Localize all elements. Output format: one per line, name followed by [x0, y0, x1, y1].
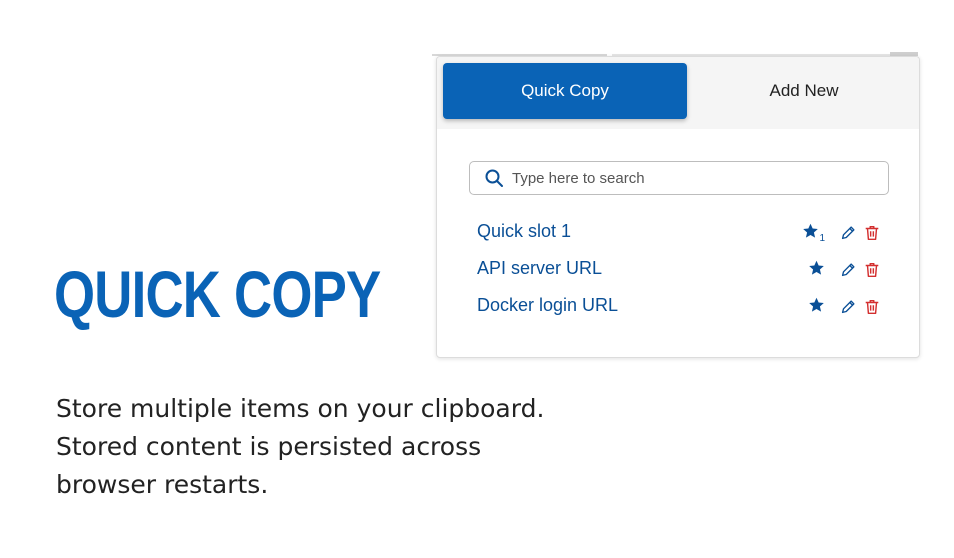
star-badge: 1: [819, 232, 825, 244]
list-item: API server URL: [437, 252, 919, 289]
description-line: Stored content is persisted across: [56, 432, 482, 461]
pencil-icon[interactable]: [839, 224, 857, 242]
star-icon: [802, 223, 819, 244]
tab-add-new[interactable]: Add New: [687, 63, 919, 119]
snippet-list: Quick slot 1 1 API server URL Docker log…: [437, 215, 919, 326]
extension-popup: Quick Copy Add New Quick slot 1 1 API se…: [436, 56, 920, 358]
description: Store multiple items on your clipboard. …: [56, 390, 656, 504]
star-icon: [808, 260, 825, 281]
trash-icon[interactable]: [863, 261, 881, 279]
snippet-label[interactable]: Docker login URL: [477, 295, 618, 316]
item-actions: [808, 296, 881, 318]
list-item: Docker login URL: [437, 289, 919, 326]
search-icon: [484, 168, 504, 188]
favorite-toggle[interactable]: [808, 297, 825, 318]
favorite-toggle[interactable]: [808, 260, 825, 281]
pencil-icon[interactable]: [839, 298, 857, 316]
item-actions: 1: [802, 222, 881, 244]
description-line: browser restarts.: [56, 470, 269, 499]
trash-icon[interactable]: [863, 224, 881, 242]
star-icon: [808, 297, 825, 318]
snippet-label[interactable]: API server URL: [477, 258, 602, 279]
headline: QUICK COPY: [54, 257, 381, 331]
trash-icon[interactable]: [863, 298, 881, 316]
item-actions: [808, 259, 881, 281]
description-line: Store multiple items on your clipboard.: [56, 394, 545, 423]
tab-quick-copy[interactable]: Quick Copy: [443, 63, 687, 119]
tab-bar: Quick Copy Add New: [437, 57, 919, 129]
snippet-label[interactable]: Quick slot 1: [477, 221, 571, 242]
pencil-icon[interactable]: [839, 261, 857, 279]
list-item: Quick slot 1 1: [437, 215, 919, 252]
favorite-toggle[interactable]: 1: [802, 223, 825, 244]
search-box[interactable]: [469, 161, 889, 195]
search-input[interactable]: [512, 169, 852, 187]
